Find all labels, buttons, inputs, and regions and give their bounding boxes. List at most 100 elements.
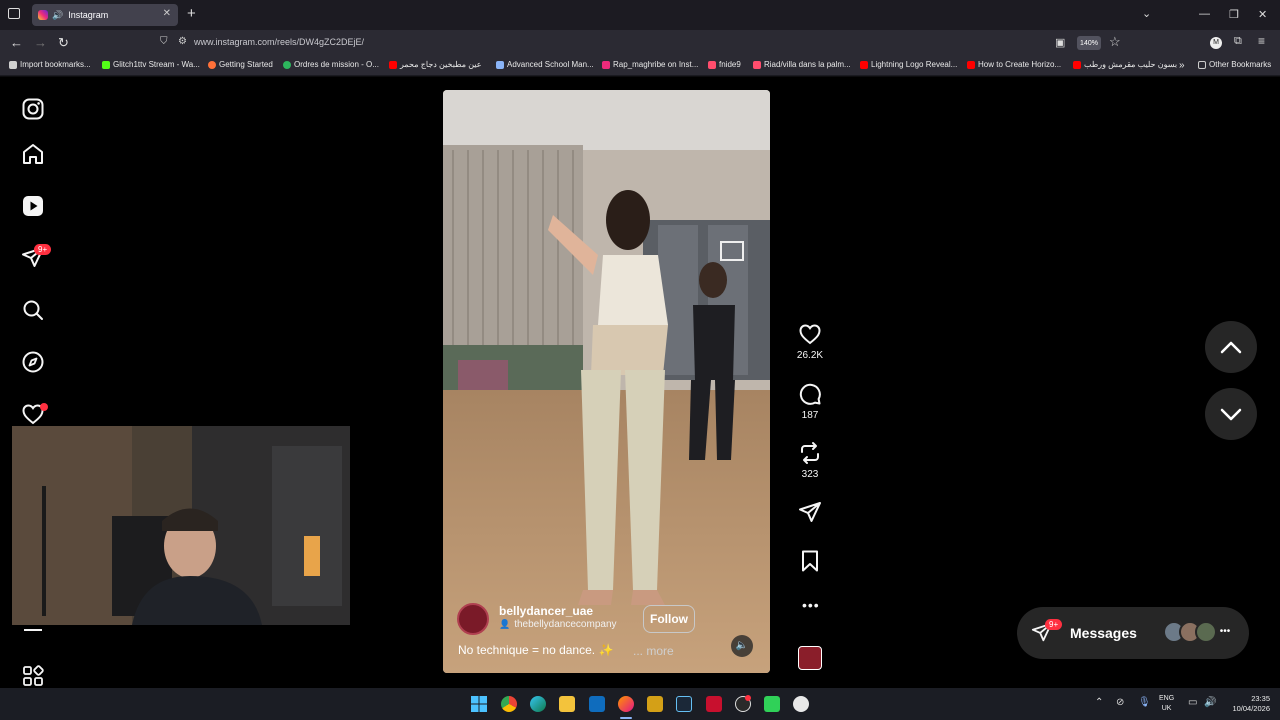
volume-icon[interactable]: 🔊 <box>1204 697 1216 708</box>
instagram-icon <box>602 60 610 69</box>
bookmark-item[interactable]: Ordres de mission - O... <box>283 60 379 69</box>
reel-video[interactable] <box>443 90 770 673</box>
minimize-icon[interactable]: — <box>1199 8 1210 20</box>
notes-app-icon[interactable] <box>647 696 663 712</box>
airbnb-icon <box>753 60 761 69</box>
repost-count: 323 <box>801 469 819 480</box>
tab-list-icon[interactable] <box>8 8 20 19</box>
messages-label: Messages <box>1070 625 1137 641</box>
bookmark-item[interactable]: بسون حليب مقرمش ورطب <box>1073 60 1177 69</box>
bookmark-item[interactable]: عين مطبخين دجاج محمر <box>389 60 481 69</box>
webcam-overlay <box>12 426 350 625</box>
caption-more-link[interactable]: ... more <box>633 644 674 658</box>
bookmark-item[interactable]: Riad/villa dans la palm... <box>753 60 851 69</box>
zoom-level[interactable]: 140% <box>1077 36 1101 50</box>
instagram-logo-icon[interactable] <box>21 97 45 121</box>
reload-icon[interactable]: ↻ <box>58 35 69 51</box>
youtube-icon <box>389 60 397 69</box>
reel-username[interactable]: bellydancer_uae <box>499 604 593 618</box>
notification-dot <box>745 695 751 701</box>
media-player-icon[interactable] <box>793 696 809 712</box>
url-field[interactable]: www.instagram.com/reels/DW4gZC2DEjE/ <box>194 37 364 47</box>
kick-icon <box>102 60 110 69</box>
like-icon[interactable] <box>796 322 824 346</box>
search-icon[interactable] <box>21 298 45 322</box>
chevron-down-icon[interactable]: ⌄ <box>1142 7 1151 20</box>
bookmark-item[interactable]: fnide9 <box>708 60 741 69</box>
browser-nav-bar: ← → ↻ ⛉ ⚙ www.instagram.com/reels/DW4gZC… <box>0 30 1280 56</box>
permissions-icon[interactable]: ⚙ <box>178 36 187 47</box>
adobe-icon[interactable] <box>706 696 722 712</box>
display-icon[interactable]: ▭ <box>1188 697 1197 708</box>
comment-icon[interactable] <box>796 382 824 406</box>
avatar[interactable] <box>457 603 489 635</box>
close-window-icon[interactable]: ✕ <box>1258 8 1267 21</box>
firefox-icon <box>208 60 216 69</box>
back-icon[interactable]: ← <box>10 35 23 51</box>
home-icon[interactable] <box>21 142 45 166</box>
follow-button[interactable]: Follow <box>643 605 695 633</box>
account-icon[interactable]: M <box>1210 37 1222 49</box>
firefox-icon[interactable] <box>618 696 634 712</box>
speaker-icon[interactable]: 🔊 <box>52 10 63 21</box>
browser-tab-bar: 🔊 Instagram ✕ + ⌄ — ❐ ✕ <box>0 0 1280 30</box>
chevron-up-icon <box>1220 341 1242 354</box>
reels-icon[interactable] <box>21 194 45 218</box>
date: 10/04/2026 <box>1232 704 1270 713</box>
bookmark-item[interactable]: Import bookmarks... <box>9 60 91 69</box>
previous-reel-button[interactable] <box>1205 321 1257 373</box>
messages-button[interactable]: 9+ Messages ••• <box>1017 607 1249 659</box>
bookmark-item[interactable]: Getting Started <box>208 60 273 69</box>
windows-taskbar: ⌃ ⊘ 🎙 ENG UK ▭ 🔊 23:35 10/04/2026 <box>0 688 1280 720</box>
reel-audio[interactable]: 👤 thebellydancecompany <box>499 619 617 630</box>
share-icon[interactable] <box>796 500 824 524</box>
repost-icon[interactable] <box>796 441 824 465</box>
webcam-feed-image <box>12 426 350 625</box>
instagram-favicon-icon <box>38 10 48 20</box>
mute-icon[interactable]: 🔈 <box>731 635 753 657</box>
close-tab-icon[interactable]: ✕ <box>163 8 171 19</box>
audio-thumbnail[interactable] <box>798 646 822 670</box>
language-indicator[interactable]: ENG UK <box>1159 694 1174 714</box>
clock[interactable]: 23:35 10/04/2026 <box>1222 694 1270 714</box>
tab-instagram[interactable]: 🔊 Instagram ✕ <box>32 4 178 26</box>
notification-dot <box>40 403 48 411</box>
bookmark-item[interactable]: How to Create Horizo... <box>967 60 1061 69</box>
bookmark-star-icon[interactable]: ☆ <box>1109 34 1121 50</box>
outlook-icon[interactable] <box>589 696 605 712</box>
menu-icon[interactable]: ≡ <box>1258 34 1265 48</box>
bookmark-item[interactable]: Glitch1ttv Stream - Wa... <box>102 60 200 69</box>
reader-view-icon[interactable]: ▣ <box>1055 36 1065 49</box>
next-reel-button[interactable] <box>1205 388 1257 440</box>
save-icon[interactable] <box>796 549 824 573</box>
steam-icon[interactable] <box>676 696 692 712</box>
chevron-up-icon[interactable]: ⌃ <box>1095 697 1103 708</box>
bookmark-item[interactable]: Advanced School Man... <box>496 60 594 69</box>
active-app-indicator <box>620 717 632 719</box>
app-icon[interactable] <box>764 696 780 712</box>
restore-icon[interactable]: ❐ <box>1229 8 1239 21</box>
youtube-icon <box>860 60 868 69</box>
bookmark-item[interactable]: Lightning Logo Reveal... <box>860 60 957 69</box>
file-explorer-icon[interactable] <box>559 696 575 712</box>
forward-icon[interactable]: → <box>34 35 47 51</box>
other-bookmarks[interactable]: Other Bookmarks <box>1198 60 1271 69</box>
reel-video-image <box>443 90 770 673</box>
tab-title: Instagram <box>68 10 109 20</box>
like-count: 26.2K <box>796 350 824 361</box>
shield-icon[interactable]: ⛉ <box>160 36 168 47</box>
more-bookmarks-icon[interactable]: » <box>1179 60 1185 71</box>
explore-icon[interactable] <box>21 350 45 374</box>
also-from-meta-icon[interactable] <box>21 664 45 688</box>
extensions-icon[interactable]: ⧉ <box>1234 35 1242 48</box>
more-options-icon[interactable]: ••• <box>802 597 820 613</box>
windows-start-icon[interactable] <box>471 696 487 712</box>
network-icon[interactable]: ⊘ <box>1116 697 1124 708</box>
edge-icon[interactable] <box>530 696 546 712</box>
bookmark-item[interactable]: Rap_maghribe on Inst... <box>602 60 698 69</box>
import-icon <box>9 60 17 69</box>
person-icon: 👤 <box>499 619 511 629</box>
chrome-icon[interactable] <box>501 696 517 712</box>
new-tab-icon[interactable]: + <box>187 5 196 22</box>
microphone-icon[interactable]: 🎙 <box>1138 697 1151 708</box>
